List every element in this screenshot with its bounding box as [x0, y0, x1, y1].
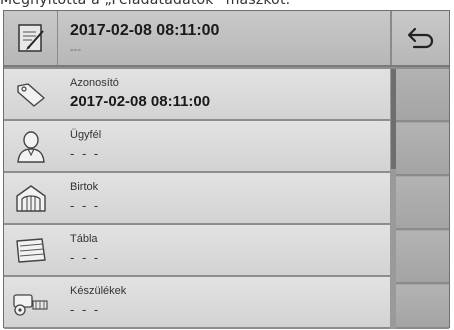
row-label: Birtok: [70, 181, 99, 193]
list-item-devices[interactable]: Készülékek - - -: [4, 277, 390, 329]
field-icon: [4, 225, 58, 275]
barn-icon: [4, 173, 58, 223]
side-button-slot: [396, 285, 449, 329]
row-label: Készülékek: [70, 285, 127, 297]
side-button-slot: [396, 231, 449, 284]
back-button[interactable]: [393, 11, 449, 65]
side-button-slot: [396, 69, 449, 122]
row-value: - - -: [70, 302, 101, 317]
list-item-identifier[interactable]: Azonosító 2017-02-08 08:11:00: [4, 69, 390, 121]
back-arrow-icon: [407, 27, 434, 49]
header-divider: [390, 11, 392, 65]
side-button-slot: [396, 177, 449, 230]
page-subtitle: ---: [70, 44, 81, 56]
screen-caption: Megnyitotta a „Feladatadatok” maszkot.: [0, 0, 291, 8]
row-value: - - -: [70, 198, 101, 213]
list-item-farm[interactable]: Birtok - - -: [4, 173, 390, 225]
person-icon: [4, 121, 58, 171]
task-data-screen: 2017-02-08 08:11:00 --- Azonosító 2017-0…: [3, 10, 450, 329]
page-title: 2017-02-08 08:11:00: [70, 22, 220, 39]
side-button-slot: [396, 123, 449, 176]
row-value: - - -: [70, 146, 101, 161]
header-bar: 2017-02-08 08:11:00 ---: [4, 11, 449, 67]
side-column: [390, 69, 449, 329]
list-item-field[interactable]: Tábla - - -: [4, 225, 390, 277]
row-label: Ügyfél: [70, 129, 102, 141]
row-label: Azonosító: [70, 77, 119, 89]
list-item-customer[interactable]: Ügyfél - - -: [4, 121, 390, 173]
notepad-icon: [4, 11, 58, 65]
tractor-icon: [4, 277, 58, 327]
tag-icon: [4, 69, 58, 119]
row-value: - - -: [70, 250, 101, 265]
row-value: 2017-02-08 08:11:00: [70, 93, 211, 110]
task-field-list: Azonosító 2017-02-08 08:11:00 Ügyfél - -…: [4, 69, 390, 329]
row-label: Tábla: [70, 233, 98, 245]
